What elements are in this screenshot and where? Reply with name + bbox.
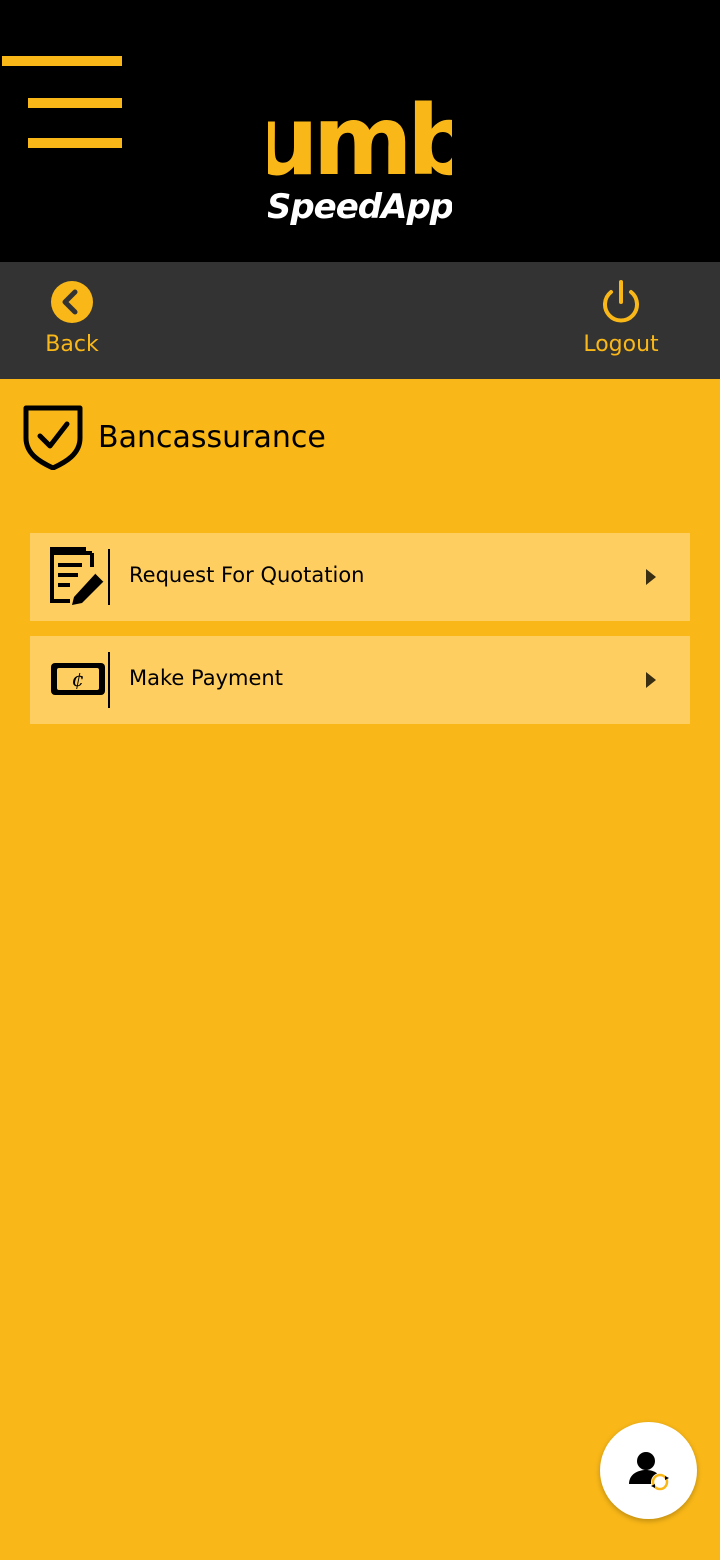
app-header: umb SpeedApp [0, 0, 720, 262]
user-switch-icon [629, 1452, 669, 1491]
caret-right-icon [646, 569, 656, 585]
list-item-make-payment[interactable]: ¢ Make Payment [30, 636, 690, 724]
svg-text:¢: ¢ [72, 667, 85, 691]
back-label: Back [45, 332, 99, 357]
hamburger-menu-icon[interactable] [0, 52, 126, 152]
list-item-request-quotation[interactable]: Request For Quotation [30, 533, 690, 621]
item-label: Request For Quotation [129, 563, 365, 587]
item-label: Make Payment [129, 666, 283, 690]
notepad-pen-icon [50, 547, 105, 605]
logo-text: umb [268, 85, 452, 197]
chevron-left-circle-icon [51, 281, 93, 323]
cedi-bill-icon: ¢ [51, 663, 105, 695]
power-icon [603, 280, 639, 323]
switch-user-button[interactable] [600, 1422, 697, 1519]
caret-right-icon [646, 672, 656, 688]
section-header: Bancassurance [22, 404, 622, 470]
item-divider [108, 652, 110, 708]
back-button[interactable]: Back [12, 262, 132, 379]
logout-button[interactable]: Logout [561, 262, 681, 379]
logout-label: Logout [583, 332, 659, 357]
item-divider [108, 549, 110, 605]
nav-bar: Back Logout [0, 262, 720, 379]
page-title: Bancassurance [98, 420, 326, 455]
logo-subtitle: SpeedApp [268, 187, 452, 227]
shield-check-icon [23, 405, 83, 470]
umb-speedapp-logo: umb SpeedApp [268, 85, 452, 227]
